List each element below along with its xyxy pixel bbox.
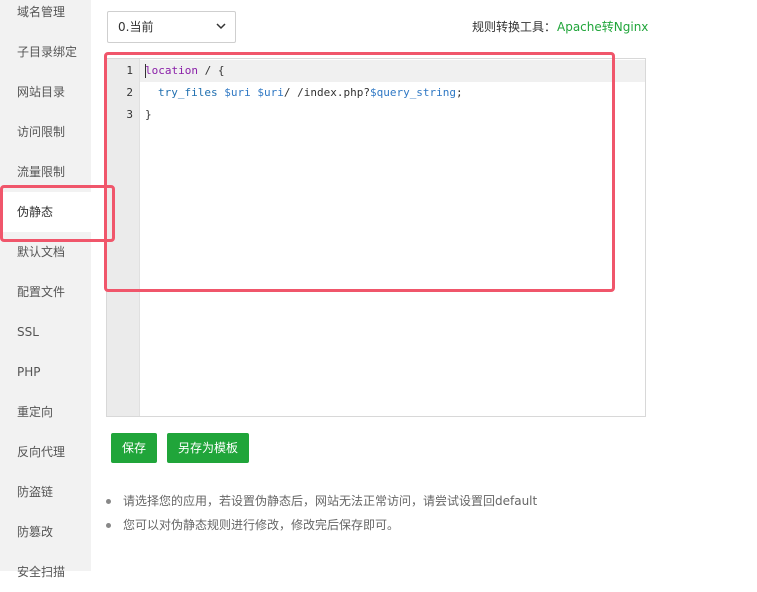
rule-convert-label: 规则转换工具：	[472, 20, 557, 34]
tip-item: 您可以对伪静态规则进行修改，修改完后保存即可。	[106, 514, 537, 538]
var-uri: $uri	[224, 86, 251, 99]
sidebar-item-default-doc[interactable]: 默认文档	[0, 232, 91, 272]
code-line-1: location / {	[145, 64, 224, 77]
code-text: / {	[197, 64, 225, 77]
line-number: 2	[126, 86, 133, 99]
save-button[interactable]: 保存	[111, 433, 157, 463]
chevron-down-icon	[216, 12, 226, 53]
tips-list: 请选择您的应用，若设置伪静态后，网站无法正常访问，请尝试设置回default 您…	[106, 490, 537, 538]
bullet-icon	[106, 499, 111, 504]
sidebar-item-security-scan[interactable]: 安全扫描	[0, 552, 91, 592]
sidebar-item-traffic-limit[interactable]: 流量限制	[0, 152, 91, 192]
keyword-location: location	[145, 64, 198, 77]
version-select[interactable]: 0.当前	[107, 11, 236, 43]
line-number: 1	[126, 64, 133, 77]
sidebar-item-tamper-proof[interactable]: 防篡改	[0, 512, 91, 552]
sidebar-item-subdir[interactable]: 子目录绑定	[0, 32, 91, 72]
tip-text: 您可以对伪静态规则进行修改，修改完后保存即可。	[123, 518, 400, 532]
sidebar-item-domain[interactable]: 域名管理	[0, 0, 91, 32]
code-editor[interactable]: 1 2 3 location / { try_files $uri $uri/ …	[106, 58, 646, 417]
tip-text: 请选择您的应用，若设置伪静态后，网站无法正常访问，请尝试设置回default	[123, 494, 538, 508]
sidebar: 域名管理 子目录绑定 网站目录 访问限制 流量限制 伪静态 默认文档 配置文件 …	[0, 0, 111, 579]
directive-try-files: try_files	[158, 86, 218, 99]
code-line-3: }	[145, 108, 152, 121]
sidebar-item-access-limit[interactable]: 访问限制	[0, 112, 91, 152]
var-uri: $uri	[257, 86, 284, 99]
sidebar-item-php[interactable]: PHP	[0, 352, 91, 392]
sidebar-item-site-dir[interactable]: 网站目录	[0, 72, 91, 112]
var-query-string: $query_string	[369, 86, 457, 99]
code-line-2: try_files $uri $uri/ /index.php?$query_s…	[158, 86, 463, 99]
version-select-value: 0.当前	[118, 20, 154, 34]
sidebar-item-config-file[interactable]: 配置文件	[0, 272, 91, 312]
text-cursor	[145, 64, 146, 78]
tip-item: 请选择您的应用，若设置伪静态后，网站无法正常访问，请尝试设置回default	[106, 490, 537, 514]
code-text: / /index.php?	[283, 86, 370, 99]
editor-gutter: 1 2 3	[107, 59, 140, 416]
sidebar-item-rewrite[interactable]: 伪静态	[0, 192, 111, 232]
save-as-template-button[interactable]: 另存为模板	[167, 433, 249, 463]
bullet-icon	[106, 523, 111, 528]
line-number: 3	[126, 108, 133, 121]
sidebar-item-redirect[interactable]: 重定向	[0, 392, 91, 432]
apache-to-nginx-link[interactable]: Apache转Nginx	[557, 18, 648, 35]
sidebar-item-hotlink[interactable]: 防盗链	[0, 472, 91, 512]
sidebar-item-reverse-proxy[interactable]: 反向代理	[0, 432, 91, 472]
code-text: ;	[456, 86, 463, 99]
sidebar-item-ssl[interactable]: SSL	[0, 312, 91, 352]
